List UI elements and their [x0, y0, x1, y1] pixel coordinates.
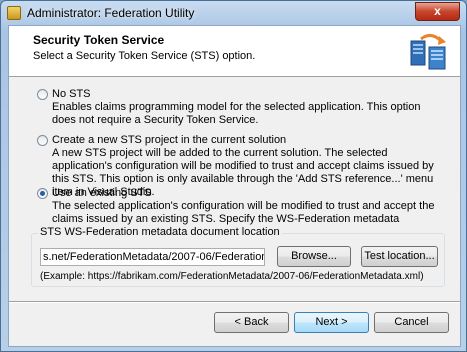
- close-button[interactable]: x: [415, 2, 460, 21]
- federation-utility-window: Administrator: Federation Utility x Secu…: [0, 0, 467, 352]
- footer-divider: [9, 301, 460, 303]
- test-location-button[interactable]: Test location...: [361, 246, 438, 267]
- wizard-header: Security Token Service Select a Security…: [9, 26, 460, 77]
- wizard-client-area: Security Token Service Select a Security…: [8, 25, 461, 347]
- app-icon: [7, 6, 21, 20]
- metadata-location-input[interactable]: s.net/FederationMetadata/2007-06/Federat…: [40, 248, 265, 266]
- no-sts-description: Enables claims programming model for the…: [52, 101, 421, 126]
- metadata-example-text: (Example: https://fabrikam.com/Federatio…: [40, 271, 424, 282]
- option-create-new-sts[interactable]: Create a new STS project in the current …: [37, 134, 437, 198]
- page-subtitle: Select a Security Token Service (STS) op…: [33, 50, 256, 62]
- back-button[interactable]: < Back: [214, 312, 289, 333]
- use-existing-sts-radio[interactable]: [37, 188, 48, 199]
- no-sts-label[interactable]: No STS: [52, 88, 91, 100]
- metadata-location-label: STS WS-Federation metadata document loca…: [38, 226, 282, 238]
- cancel-button[interactable]: Cancel: [374, 312, 449, 333]
- no-sts-radio[interactable]: [37, 89, 48, 100]
- use-existing-sts-label[interactable]: Use an existing STS: [52, 187, 152, 199]
- create-new-sts-label[interactable]: Create a new STS project in the current …: [52, 134, 286, 146]
- next-button[interactable]: Next >: [294, 312, 369, 333]
- federation-icon: [410, 34, 446, 70]
- create-new-sts-radio[interactable]: [37, 135, 48, 146]
- option-no-sts[interactable]: No STS Enables claims programming model …: [37, 88, 437, 126]
- option-use-existing-sts[interactable]: Use an existing STS The selected applica…: [37, 187, 437, 238]
- browse-button[interactable]: Browse...: [277, 246, 351, 267]
- close-icon: x: [434, 4, 441, 18]
- metadata-location-group: STS WS-Federation metadata document loca…: [31, 226, 445, 287]
- window-title: Administrator: Federation Utility: [27, 6, 195, 20]
- title-bar[interactable]: Administrator: Federation Utility x: [1, 1, 466, 25]
- page-title: Security Token Service: [33, 33, 165, 47]
